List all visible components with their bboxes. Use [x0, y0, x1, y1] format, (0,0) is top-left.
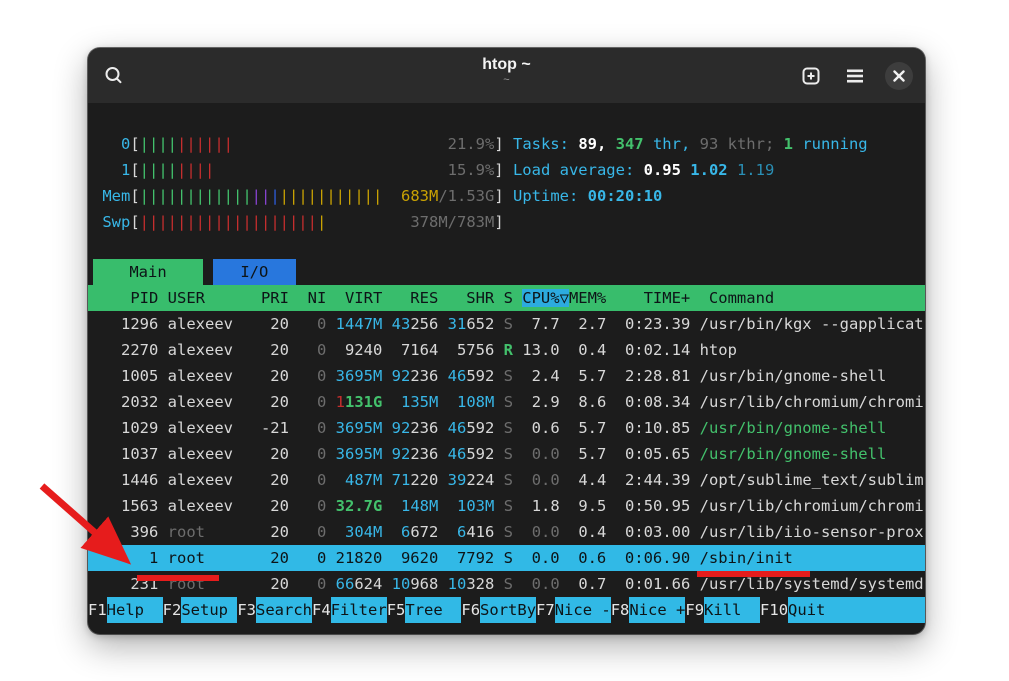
fkey-action-nice-[interactable]: Nice - — [555, 597, 611, 623]
process-row-pid-1[interactable]: 1 root 20 0 21820 9620 7792 S 0.0 0.6 0:… — [88, 545, 925, 571]
fkey-label-f3: F3 — [237, 597, 256, 623]
cpu1-meter-line: 1[|||||||| 15.9%] Load average: 0.95 1.0… — [88, 157, 925, 183]
process-table-body: 1296 alexeev 20 0 1447M 43256 31652 S 7.… — [88, 311, 925, 597]
close-icon — [893, 70, 905, 82]
fkey-label-f2: F2 — [163, 597, 182, 623]
new-tab-icon — [800, 65, 822, 87]
fkey-label-f5: F5 — [387, 597, 406, 623]
sort-column-cpu[interactable]: CPU%▽ — [522, 289, 569, 307]
header-columns-right: MEM% TIME+ Command — [569, 289, 774, 307]
fkey-action-search[interactable]: Search — [256, 597, 312, 623]
process-table-header[interactable]: PID USER PRI NI VIRT RES SHR S CPU%▽MEM%… — [88, 285, 925, 311]
tab-io[interactable]: I/O — [213, 259, 296, 285]
header-columns-left: PID USER PRI NI VIRT RES SHR S — [93, 289, 522, 307]
fkey-label-f7: F7 — [536, 597, 555, 623]
terminal-screen[interactable]: 0[|||||||||| 21.9%] Tasks: 89, 347 thr, … — [88, 103, 925, 623]
fkey-label-f9: F9 — [685, 597, 704, 623]
function-key-bar: F1Help F2Setup F3SearchF4FilterF5Tree F6… — [88, 597, 925, 623]
new-tab-button[interactable] — [797, 62, 825, 90]
cpu0-meter-line: 0[|||||||||| 21.9%] Tasks: 89, 347 thr, … — [88, 131, 925, 157]
mem-meter-line: Mem[|||||||||||||||||||||||||| 683M/1.53… — [88, 183, 925, 209]
process-row-pid-2032[interactable]: 2032 alexeev 20 0 1131G 135M 108M S 2.9 … — [88, 389, 925, 415]
search-icon — [103, 65, 125, 87]
terminal-window: htop ~ ~ — [88, 48, 925, 634]
process-row-pid-1446[interactable]: 1446 alexeev 20 0 487M 71220 39224 S 0.0… — [88, 467, 925, 493]
process-row-pid-396[interactable]: 396 root 20 0 304M 6672 6416 S 0.0 0.4 0… — [88, 519, 925, 545]
tab-main[interactable]: Main — [93, 259, 203, 285]
process-row-pid-1037[interactable]: 1037 alexeev 20 0 3695M 92236 46592 S 0.… — [88, 441, 925, 467]
fkey-action-sortby[interactable]: SortBy — [480, 597, 536, 623]
fkey-action-tree[interactable]: Tree — [405, 597, 461, 623]
close-button[interactable] — [885, 62, 913, 90]
fkey-action-kill[interactable]: Kill — [704, 597, 760, 623]
process-row-pid-2270[interactable]: 2270 alexeev 20 0 9240 7164 5756 R 13.0 … — [88, 337, 925, 363]
fkey-label-f1: F1 — [88, 597, 107, 623]
screen-tabs: Main I/O — [88, 259, 925, 285]
search-button[interactable] — [100, 62, 128, 90]
process-row-pid-1296[interactable]: 1296 alexeev 20 0 1447M 43256 31652 S 7.… — [88, 311, 925, 337]
fkey-label-f8: F8 — [611, 597, 630, 623]
fkey-label-f6: F6 — [461, 597, 480, 623]
fkey-action-setup[interactable]: Setup — [181, 597, 237, 623]
process-row-pid-1005[interactable]: 1005 alexeev 20 0 3695M 92236 46592 S 2.… — [88, 363, 925, 389]
titlebar: htop ~ ~ — [88, 48, 925, 103]
fkey-action-quit[interactable]: Quit — [788, 597, 925, 623]
fkey-action-nice-[interactable]: Nice + — [629, 597, 685, 623]
hamburger-menu-icon — [846, 68, 864, 84]
fkey-label-f10: F10 — [760, 597, 788, 623]
swp-meter-line: Swp[|||||||||||||||||||| 378M/783M] — [88, 209, 925, 235]
process-row-pid-1029[interactable]: 1029 alexeev -21 0 3695M 92236 46592 S 0… — [88, 415, 925, 441]
meters-panel: 0[|||||||||| 21.9%] Tasks: 89, 347 thr, … — [88, 131, 925, 235]
process-row-pid-231[interactable]: 231 root 20 0 66624 10968 10328 S 0.0 0.… — [88, 571, 925, 597]
process-row-pid-1563[interactable]: 1563 alexeev 20 0 32.7G 148M 103M S 1.8 … — [88, 493, 925, 519]
fkey-label-f4: F4 — [312, 597, 331, 623]
menu-button[interactable] — [841, 62, 869, 90]
fkey-action-help[interactable]: Help — [107, 597, 163, 623]
fkey-action-filter[interactable]: Filter — [331, 597, 387, 623]
